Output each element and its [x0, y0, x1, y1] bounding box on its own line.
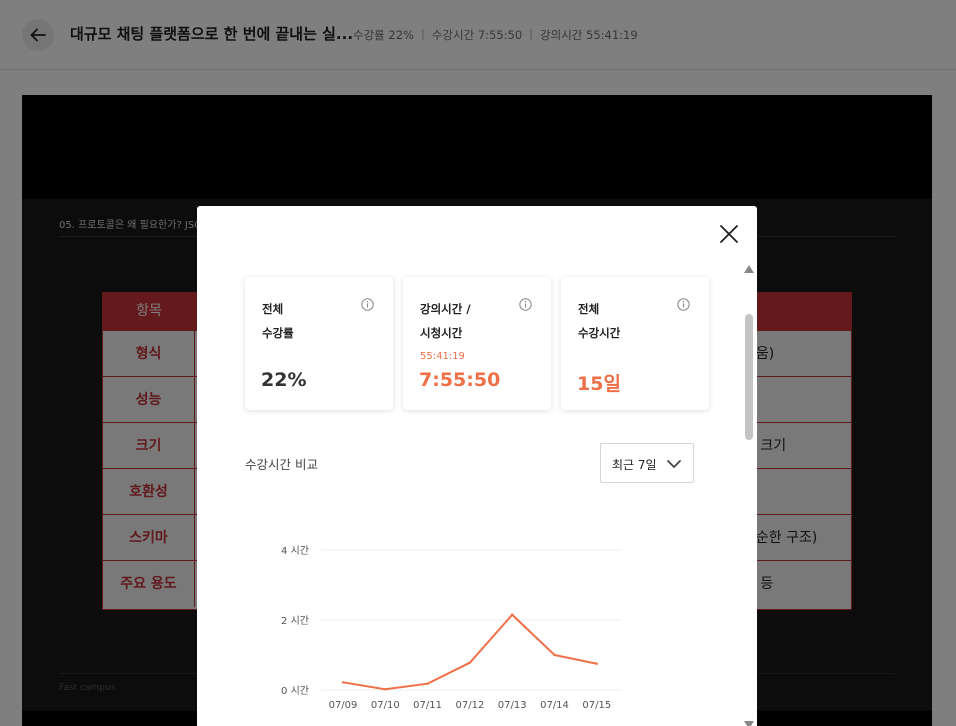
series-line	[342, 613, 598, 691]
stat-card-title-line: 시청시간	[420, 326, 463, 340]
study-stats-modal: 전체 수강률 22% 강의시간 / 시청시간 55:41:19 7:55:50 …	[197, 206, 757, 726]
x-tick-label: 07/12	[455, 700, 484, 711]
info-icon[interactable]	[361, 298, 374, 311]
stat-card-value: 15일	[577, 373, 621, 395]
x-tick-label: 07/11	[413, 700, 442, 711]
stat-card-value: 22%	[261, 369, 307, 391]
chevron-down-icon	[667, 460, 681, 468]
compare-section-label: 수강시간 비교	[245, 457, 318, 472]
stat-card-progress: 전체 수강률 22%	[245, 277, 393, 410]
info-icon[interactable]	[677, 298, 690, 311]
y-tick-label: 4 시간	[281, 545, 309, 557]
stat-card-title-line: 수강률	[262, 326, 294, 340]
data-point	[426, 682, 429, 685]
scrollbar-thumb[interactable]	[745, 314, 753, 440]
x-tick-label: 07/09	[329, 700, 358, 711]
data-point	[553, 653, 556, 657]
data-point	[595, 662, 598, 665]
data-point	[511, 613, 514, 616]
x-tick-label: 07/14	[540, 700, 569, 711]
scroll-down-arrow[interactable]	[744, 721, 754, 726]
info-icon[interactable]	[519, 298, 532, 311]
y-tick-label: 2 시간	[281, 615, 309, 627]
period-select[interactable]: 최근 7일	[600, 443, 694, 483]
study-time-line-chart: 0 시간 2 시간 4 시간 07/09 07/10 07/11 07/12 07/13 07/…	[281, 545, 621, 711]
stat-card-total-days: 전체 수강시간 15일	[561, 277, 709, 410]
data-point	[341, 681, 345, 684]
stat-card-sub: 55:41:19	[420, 351, 465, 362]
stat-card-title-line: 전체	[578, 302, 600, 316]
x-tick-label: 07/10	[371, 700, 400, 711]
stat-card-title: 강의시간 / 시청시간	[420, 297, 471, 345]
stat-card-title: 전체 수강시간	[578, 297, 620, 345]
data-point	[384, 688, 387, 691]
x-tick-label: 07/15	[582, 700, 611, 711]
close-button[interactable]	[716, 221, 742, 247]
stat-card-title-line: 전체	[262, 302, 284, 316]
y-tick-label: 0 시간	[281, 685, 309, 697]
scroll-up-arrow[interactable]	[744, 265, 754, 273]
x-tick-label: 07/13	[498, 700, 527, 711]
stat-card-lecture-time: 강의시간 / 시청시간 55:41:19 7:55:50	[403, 277, 551, 410]
close-icon	[720, 225, 738, 243]
stat-card-title-line: 수강시간	[578, 326, 621, 340]
period-select-value: 최근 7일	[612, 458, 657, 472]
stat-card-value: 7:55:50	[419, 369, 501, 391]
data-point	[468, 661, 472, 664]
stat-card-title: 전체 수강률	[262, 297, 294, 345]
stat-card-title-line: 강의시간 /	[420, 302, 471, 316]
